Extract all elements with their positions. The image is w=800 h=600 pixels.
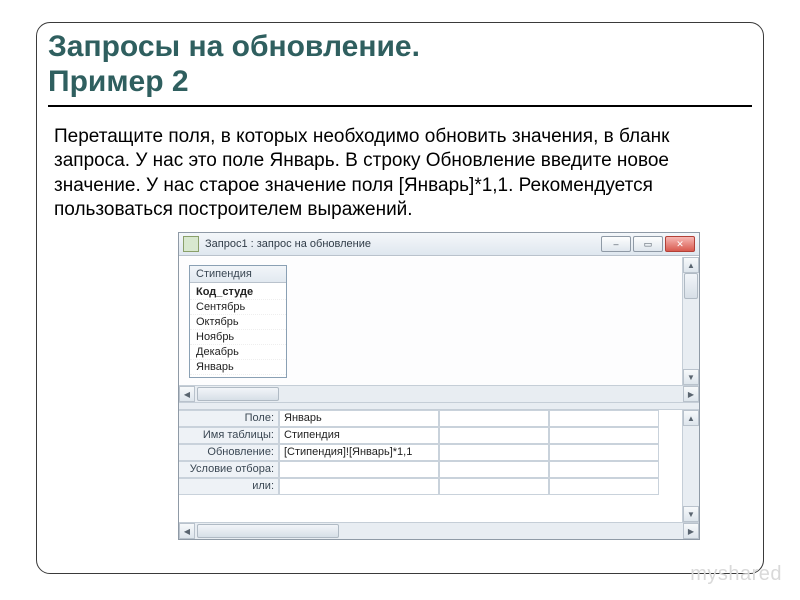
field-item[interactable]: Код_студе <box>190 285 286 300</box>
grid-cell[interactable] <box>439 410 549 427</box>
upper-pane: Стипендия Код_студе Сентябрь Октябрь Ноя… <box>179 256 699 402</box>
grid-cell-update[interactable]: [Стипендия]![Январь]*1,1 <box>279 444 439 461</box>
scroll-right-icon[interactable]: ▶ <box>683 386 699 402</box>
scroll-left-icon[interactable]: ◀ <box>179 386 195 402</box>
field-item[interactable]: Декабрь <box>190 345 286 360</box>
scroll-up-icon[interactable]: ▲ <box>683 257 699 273</box>
hscroll-thumb[interactable] <box>197 524 339 538</box>
lower-hscroll[interactable]: ◀ ▶ <box>179 522 699 539</box>
grid-cell[interactable] <box>549 478 659 495</box>
grid-cell[interactable] <box>439 444 549 461</box>
scroll-down-icon[interactable]: ▼ <box>683 506 699 522</box>
lower-vscroll[interactable]: ▲ ▼ <box>682 410 699 522</box>
query-icon <box>183 236 199 252</box>
title-underline <box>48 105 752 107</box>
grid-cell-or[interactable] <box>279 478 439 495</box>
scroll-up-icon[interactable]: ▲ <box>683 410 699 426</box>
maximize-button[interactable]: ▭ <box>633 236 663 252</box>
minimize-button[interactable]: – <box>601 236 631 252</box>
close-button[interactable]: ✕ <box>665 236 695 252</box>
grid-cell-criteria[interactable] <box>279 461 439 478</box>
grid-cell[interactable] <box>549 444 659 461</box>
pane-splitter[interactable] <box>179 402 699 410</box>
source-table-title: Стипендия <box>190 266 286 283</box>
access-window: Запрос1 : запрос на обновление – ▭ ✕ Сти… <box>178 232 700 540</box>
grid-cell[interactable] <box>439 478 549 495</box>
grid-cell[interactable] <box>439 427 549 444</box>
upper-vscroll[interactable]: ▲ ▼ <box>682 257 699 385</box>
grid-label: Условие отбора: <box>179 461 279 478</box>
grid-cell[interactable] <box>439 461 549 478</box>
source-table-box[interactable]: Стипендия Код_студе Сентябрь Октябрь Ноя… <box>189 265 287 378</box>
watermark: myshared <box>690 563 782 586</box>
grid-label: Поле: <box>179 410 279 427</box>
scroll-right-icon[interactable]: ▶ <box>683 523 699 539</box>
grid-cell-field[interactable]: Январь <box>279 410 439 427</box>
title-line-2: Пример 2 <box>48 65 189 98</box>
source-field-list[interactable]: Код_студе Сентябрь Октябрь Ноябрь Декабр… <box>190 283 286 377</box>
grid-cell-table[interactable]: Стипендия <box>279 427 439 444</box>
field-item[interactable]: Ноябрь <box>190 330 286 345</box>
slide-title: Запросы на обновление. Пример 2 <box>48 30 752 99</box>
hscroll-thumb[interactable] <box>197 387 279 401</box>
window-title: Запрос1 : запрос на обновление <box>205 238 601 250</box>
query-grid-pane: Поле: Январь Имя таблицы: Стипендия Обно… <box>179 410 699 522</box>
scroll-down-icon[interactable]: ▼ <box>683 369 699 385</box>
field-item[interactable]: Январь <box>190 360 286 375</box>
body-text: Перетащите поля, в которых необходимо об… <box>54 125 746 222</box>
grid-cell[interactable] <box>549 427 659 444</box>
query-grid[interactable]: Поле: Январь Имя таблицы: Стипендия Обно… <box>179 410 682 522</box>
field-item[interactable]: Сентябрь <box>190 300 286 315</box>
grid-cell[interactable] <box>549 461 659 478</box>
grid-cell[interactable] <box>549 410 659 427</box>
window-titlebar[interactable]: Запрос1 : запрос на обновление – ▭ ✕ <box>179 233 699 256</box>
grid-label: или: <box>179 478 279 495</box>
upper-hscroll[interactable]: ◀ ▶ <box>179 385 699 402</box>
scroll-left-icon[interactable]: ◀ <box>179 523 195 539</box>
field-item[interactable]: Октябрь <box>190 315 286 330</box>
slide: Запросы на обновление. Пример 2 Перетащи… <box>0 0 800 600</box>
grid-label: Обновление: <box>179 444 279 461</box>
scroll-thumb[interactable] <box>684 273 698 299</box>
grid-label: Имя таблицы: <box>179 427 279 444</box>
title-line-1: Запросы на обновление. <box>48 30 420 63</box>
window-buttons: – ▭ ✕ <box>601 236 695 252</box>
